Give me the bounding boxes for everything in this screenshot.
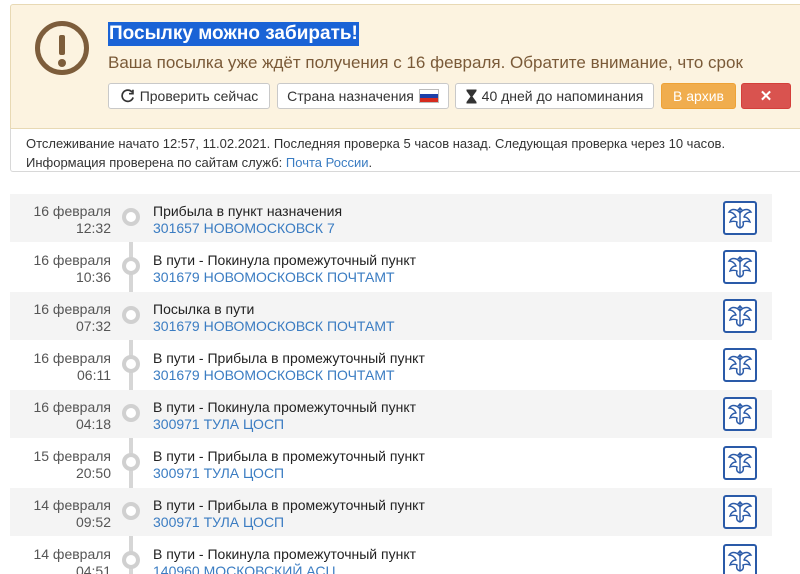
- timeline-node-icon: [122, 502, 140, 520]
- alert-title: Посылку можно забирать!: [108, 22, 359, 46]
- timeline-node-icon: [122, 208, 140, 226]
- timeline-node-icon: [122, 551, 140, 569]
- timeline-node-icon: [122, 355, 140, 373]
- event-status: В пути - Прибыла в промежуточный пункт: [153, 497, 425, 513]
- event-time: 06:11: [77, 367, 111, 383]
- timeline-event: 14 февраля 09:52 В пути - Прибыла в пром…: [10, 488, 772, 536]
- russian-post-logo-icon[interactable]: [723, 397, 757, 431]
- refresh-icon: [121, 88, 134, 102]
- event-date: 14 февраля: [33, 497, 111, 513]
- russian-post-logo-icon[interactable]: [723, 201, 757, 235]
- destination-country-label: Страна назначения: [287, 88, 414, 104]
- event-datetime: 16 февраля 10:36: [10, 252, 111, 286]
- event-time: 04:51: [75, 563, 111, 574]
- event-status: В пути - Покинула промежуточный пункт: [153, 546, 417, 562]
- tracking-status-line: Отслеживание начато 12:57, 11.02.2021. П…: [26, 136, 726, 151]
- source-suffix: .: [368, 155, 373, 170]
- alert-message: Ваша посылка уже ждёт получения с 16 фев…: [108, 53, 743, 72]
- event-datetime: 16 февраля 06:11: [10, 350, 111, 384]
- timeline-event: 16 февраля 06:11 В пути - Прибыла в пром…: [10, 341, 772, 389]
- event-date: 16 февраля: [33, 301, 111, 317]
- close-button[interactable]: ✕: [741, 83, 791, 109]
- event-datetime: 15 февраля 20:50: [10, 448, 111, 482]
- timeline-event: 16 февраля 07:32 Посылка в пути 301679 Н…: [10, 292, 772, 340]
- event-time: 10:36: [75, 269, 111, 285]
- check-now-button[interactable]: Проверить сейчас: [108, 83, 270, 109]
- timeline-node-icon: [122, 453, 140, 471]
- event-location-link[interactable]: 301657 НОВОМОСКОВСК 7: [153, 220, 335, 237]
- event-location-link[interactable]: 301679 НОВОМОСКОВСК ПОЧТАМТ: [153, 318, 395, 335]
- event-time: 12:32: [75, 220, 111, 236]
- timeline-node-icon: [122, 257, 140, 275]
- event-location-link[interactable]: 300971 ТУЛА ЦОСП: [153, 416, 284, 433]
- destination-country-button[interactable]: Страна назначения: [277, 83, 449, 109]
- tracking-source-line: Информация проверена по сайтам служб: По…: [26, 153, 800, 172]
- timeline-node-icon: [122, 306, 140, 324]
- event-location-link[interactable]: 301679 НОВОМОСКОВСК ПОЧТАМТ: [153, 269, 395, 286]
- event-date: 14 февраля: [33, 546, 111, 562]
- russian-post-logo-icon[interactable]: [723, 250, 757, 284]
- tracking-info: Отслеживание начато 12:57, 11.02.2021. П…: [10, 128, 800, 172]
- event-location-link[interactable]: 300971 ТУЛА ЦОСП: [153, 514, 284, 531]
- event-date: 16 февраля: [33, 252, 111, 268]
- event-date: 16 февраля: [33, 399, 111, 415]
- archive-button[interactable]: В архив: [661, 83, 736, 109]
- timeline-event: 14 февраля 04:51 В пути - Покинула проме…: [10, 537, 772, 574]
- event-status: В пути - Покинула промежуточный пункт: [153, 252, 417, 268]
- event-status: В пути - Прибыла в промежуточный пункт: [153, 350, 425, 366]
- event-datetime: 14 февраля 04:51: [10, 546, 111, 574]
- russian-post-logo-icon[interactable]: [723, 299, 757, 333]
- timeline-event: 16 февраля 10:36 В пути - Покинула проме…: [10, 243, 772, 291]
- event-location-link[interactable]: 140960 МОСКОВСКИЙ АСЦ: [153, 563, 336, 574]
- russia-flag-icon: [418, 89, 439, 103]
- event-datetime: 16 февраля 07:32: [10, 301, 111, 335]
- event-status: В пути - Прибыла в промежуточный пункт: [153, 448, 425, 464]
- event-time: 09:52: [75, 514, 111, 530]
- event-status: В пути - Покинула промежуточный пункт: [153, 399, 417, 415]
- check-now-label: Проверить сейчас: [139, 88, 259, 104]
- russian-post-link[interactable]: Почта России: [286, 155, 369, 170]
- event-datetime: 14 февраля 09:52: [10, 497, 111, 531]
- reminder-button[interactable]: 40 дней до напоминания: [455, 83, 654, 109]
- event-status: Прибыла в пункт назначения: [153, 203, 343, 219]
- timeline-event: 16 февраля 12:32 Прибыла в пункт назначе…: [10, 194, 772, 242]
- timeline-event: 15 февраля 20:50 В пути - Прибыла в пром…: [10, 439, 772, 487]
- event-datetime: 16 февраля 12:32: [10, 203, 111, 237]
- source-prefix: Информация проверена по сайтам служб:: [26, 155, 283, 170]
- reminder-label: 40 дней до напоминания: [481, 88, 644, 104]
- event-date: 16 февраля: [33, 203, 111, 219]
- event-time: 04:18: [75, 416, 111, 432]
- event-datetime: 16 февраля 04:18: [10, 399, 111, 433]
- event-time: 20:50: [75, 465, 111, 481]
- russian-post-logo-icon[interactable]: [723, 544, 757, 574]
- exclamation-circle-icon: [35, 21, 89, 75]
- russian-post-logo-icon[interactable]: [723, 348, 757, 382]
- event-status: Посылка в пути: [153, 301, 255, 317]
- event-location-link[interactable]: 301679 НОВОМОСКОВСК ПОЧТАМТ: [153, 367, 395, 384]
- russian-post-logo-icon[interactable]: [723, 446, 757, 480]
- russian-post-logo-icon[interactable]: [723, 495, 757, 529]
- event-date: 15 февраля: [33, 448, 111, 464]
- timeline-node-icon: [122, 404, 140, 422]
- event-location-link[interactable]: 300971 ТУЛА ЦОСП: [153, 465, 284, 482]
- event-date: 16 февраля: [33, 350, 111, 366]
- timeline-event: 16 февраля 04:18 В пути - Покинула проме…: [10, 390, 772, 438]
- parcel-ready-alert: Посылку можно забирать! Ваша посылка уже…: [10, 4, 800, 128]
- hourglass-icon: [466, 89, 477, 103]
- tracking-timeline: 16 февраля 12:32 Прибыла в пункт назначе…: [10, 194, 772, 574]
- event-time: 07:32: [75, 318, 111, 334]
